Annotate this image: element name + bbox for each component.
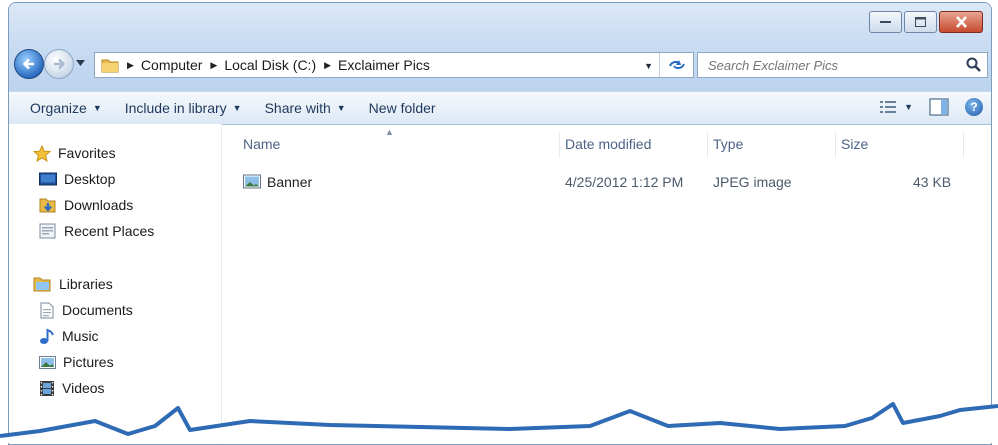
libraries-icon [33, 277, 51, 292]
address-row: ▶ Computer ▶ Local Disk (C:) ▶ Exclaimer Pi… [9, 47, 991, 83]
column-header-type[interactable]: Type [713, 136, 743, 152]
music-note-icon [40, 328, 54, 344]
maximize-icon [915, 17, 926, 27]
column-header-name[interactable]: Name [243, 136, 280, 152]
documents-icon [40, 302, 54, 318]
column-divider [835, 132, 836, 158]
title-bar: ▶ Computer ▶ Local Disk (C:) ▶ Exclaimer Pi… [9, 3, 991, 91]
refresh-icon [668, 60, 685, 70]
file-row[interactable]: Banner 4/25/2012 1:12 PM JPEG image 43 K… [236, 170, 976, 196]
nav-item-downloads[interactable]: Downloads [39, 192, 154, 218]
column-header-size[interactable]: Size [841, 136, 868, 152]
view-options-icon [880, 101, 897, 113]
search-icon[interactable] [966, 57, 981, 72]
folder-icon [101, 59, 119, 73]
include-in-library-menu[interactable]: Include in library ▼ [125, 100, 242, 116]
column-divider [559, 132, 560, 158]
pictures-icon [39, 355, 56, 369]
view-controls: ▼ ? [880, 98, 983, 116]
breadcrumb-computer[interactable]: ▶ Computer [127, 57, 202, 73]
nav-label: Favorites [58, 145, 116, 161]
file-type: JPEG image [713, 174, 792, 190]
organize-menu[interactable]: Organize ▼ [30, 100, 102, 116]
chevron-down-icon: ▼ [92, 103, 102, 113]
nav-label: Downloads [64, 197, 134, 213]
file-name: Banner [267, 174, 313, 190]
close-button[interactable] [939, 11, 983, 33]
column-divider [707, 132, 708, 158]
minimize-icon [880, 21, 891, 23]
nav-item-documents[interactable]: Documents [39, 297, 133, 323]
column-header-date-modified[interactable]: Date modified [565, 136, 651, 152]
nav-item-libraries[interactable]: Libraries [33, 271, 133, 297]
back-arrow-icon [22, 58, 34, 70]
organize-label: Organize [30, 100, 87, 116]
nav-item-desktop[interactable]: Desktop [39, 166, 154, 192]
libraries-group: Libraries Documents Music Pictures Video… [33, 271, 133, 401]
nav-label: Pictures [63, 354, 114, 370]
forward-arrow-icon [54, 58, 66, 70]
minimize-button[interactable] [869, 11, 902, 33]
back-button[interactable] [14, 49, 44, 79]
sort-arrow-icon: ▲ [385, 127, 394, 137]
breadcrumb-local-disk[interactable]: ▶ Local Disk (C:) [210, 57, 316, 73]
search-box [697, 52, 988, 78]
image-file-icon [243, 174, 261, 189]
address-history-dropdown[interactable]: ▼ [644, 61, 653, 71]
share-with-label: Share with [264, 100, 331, 116]
nav-item-favorites[interactable]: Favorites [33, 140, 154, 166]
refresh-button[interactable] [659, 53, 693, 77]
file-date-modified: 4/25/2012 1:12 PM [565, 174, 684, 190]
nav-label: Desktop [64, 171, 116, 187]
videos-film-icon [40, 380, 54, 396]
torn-edge-decoration [0, 402, 998, 443]
maximize-button[interactable] [904, 11, 937, 33]
chevron-down-icon: ▼ [336, 103, 346, 113]
close-icon [955, 16, 967, 28]
nav-label: Recent Places [64, 223, 155, 239]
recent-places-icon [39, 223, 56, 239]
star-icon [33, 144, 51, 162]
nav-label: Documents [62, 302, 133, 318]
recent-pages-dropdown[interactable] [76, 60, 85, 66]
forward-button[interactable] [44, 49, 74, 79]
explorer-window: ▶ Computer ▶ Local Disk (C:) ▶ Exclaimer Pi… [8, 2, 992, 445]
include-in-library-label: Include in library [124, 100, 227, 116]
nav-label: Libraries [59, 276, 113, 292]
favorites-group: Favorites Desktop Downloads Recent Place… [33, 140, 154, 244]
column-divider [963, 132, 964, 158]
breadcrumb-label: Exclaimer Pics [338, 57, 430, 73]
change-view-button[interactable]: ▼ [880, 100, 913, 114]
search-input[interactable] [706, 54, 960, 76]
breadcrumb-label: Local Disk (C:) [224, 57, 317, 73]
breadcrumb-exclaimer-pics[interactable]: ▶ Exclaimer Pics [324, 57, 430, 73]
preview-pane-icon[interactable] [929, 98, 949, 116]
chevron-down-icon: ▼ [232, 103, 242, 113]
help-icon[interactable]: ? [965, 98, 983, 116]
command-bar: Organize ▼ Include in library ▼ Share with… [9, 91, 991, 125]
nav-item-pictures[interactable]: Pictures [39, 349, 133, 375]
nav-label: Music [62, 328, 99, 344]
desktop-icon [39, 172, 57, 185]
new-folder-button[interactable]: New folder [369, 100, 436, 116]
downloads-folder-icon [39, 198, 56, 212]
chevron-down-icon: ▼ [904, 102, 913, 112]
nav-item-recent-places[interactable]: Recent Places [39, 218, 154, 244]
nav-item-music[interactable]: Music [39, 323, 133, 349]
nav-label: Videos [62, 380, 105, 396]
file-size: 43 KB [913, 174, 952, 190]
new-folder-label: New folder [368, 100, 436, 116]
window-controls [869, 11, 983, 33]
breadcrumb-label: Computer [140, 57, 203, 73]
share-with-menu[interactable]: Share with ▼ [265, 100, 346, 116]
address-bar[interactable]: ▶ Computer ▶ Local Disk (C:) ▶ Exclaimer Pi… [94, 52, 694, 78]
